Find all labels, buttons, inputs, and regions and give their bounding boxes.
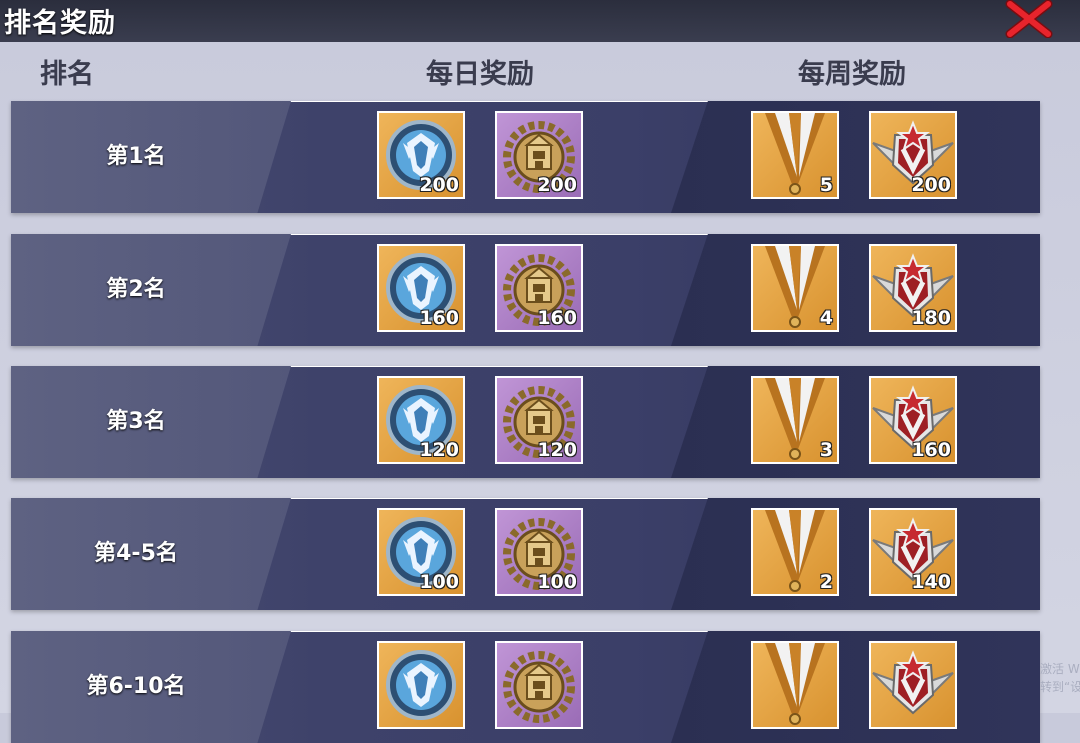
rank-label: 第2名 [106, 277, 166, 302]
weekly-reward-item[interactable]: 140 [869, 508, 957, 596]
reward-count: 200 [911, 174, 951, 196]
weekly-reward-item[interactable]: 5 [751, 111, 839, 199]
daily-reward-item[interactable] [495, 641, 583, 729]
reward-count: 180 [911, 307, 951, 329]
reward-count: 5 [819, 174, 833, 196]
weekly-cell-bg [671, 366, 1040, 478]
close-icon [1005, 0, 1053, 39]
rank-label: 第1名 [106, 144, 166, 169]
reward-count: 200 [419, 174, 459, 196]
reward-count: 120 [537, 439, 577, 461]
reward-count: 100 [537, 571, 577, 593]
header-weekly-reward: 每周奖励 [798, 59, 906, 90]
reward-row: 第2名 160 160 4 180 [11, 234, 1040, 346]
weekly-reward-item[interactable] [751, 641, 839, 729]
weekly-reward-item[interactable]: 180 [869, 244, 957, 332]
daily-reward-item[interactable]: 100 [495, 508, 583, 596]
daily-reward-item[interactable]: 160 [495, 244, 583, 332]
weekly-cell-bg [671, 631, 1040, 743]
reward-row: 第1名 200 200 5 200 [11, 101, 1040, 213]
daily-reward-item[interactable]: 100 [377, 508, 465, 596]
reward-count: 100 [419, 571, 459, 593]
reward-row: 第3名 120 120 3 160 [11, 366, 1040, 478]
reward-count: 160 [911, 439, 951, 461]
reward-count: 120 [419, 439, 459, 461]
rank-label: 第6-10名 [86, 674, 186, 699]
activation-watermark: 激活 W 转到“设 [1040, 660, 1080, 696]
watermark-line-1: 激活 W [1040, 662, 1080, 676]
daily-reward-item[interactable]: 200 [495, 111, 583, 199]
rank-label: 第3名 [106, 409, 166, 434]
watermark-line-2: 转到“设 [1040, 680, 1080, 694]
header-daily-reward: 每日奖励 [426, 59, 534, 90]
daily-reward-item[interactable] [377, 641, 465, 729]
weekly-reward-item[interactable]: 2 [751, 508, 839, 596]
weekly-reward-item[interactable]: 160 [869, 376, 957, 464]
weekly-cell-bg [671, 234, 1040, 346]
reward-count: 140 [911, 571, 951, 593]
header-rank: 排名 [40, 59, 94, 90]
daily-reward-item[interactable]: 160 [377, 244, 465, 332]
reward-row: 第6-10名 [11, 631, 1040, 743]
rank-label: 第4-5名 [94, 541, 178, 566]
close-button[interactable] [1004, 0, 1054, 39]
weekly-reward-item[interactable]: 4 [751, 244, 839, 332]
reward-count: 3 [819, 439, 833, 461]
weekly-reward-item[interactable] [869, 641, 957, 729]
weekly-reward-item[interactable]: 200 [869, 111, 957, 199]
reward-count: 4 [819, 307, 833, 329]
title-bar: 排名奖励 [0, 0, 1080, 42]
weekly-reward-item[interactable]: 3 [751, 376, 839, 464]
reward-count: 2 [819, 571, 833, 593]
reward-count: 200 [537, 174, 577, 196]
daily-reward-item[interactable]: 120 [495, 376, 583, 464]
daily-reward-item[interactable]: 120 [377, 376, 465, 464]
reward-row: 第4-5名 100 100 2 140 [11, 498, 1040, 610]
daily-reward-item[interactable]: 200 [377, 111, 465, 199]
weekly-cell-bg [671, 498, 1040, 610]
reward-count: 160 [537, 307, 577, 329]
window-title: 排名奖励 [4, 8, 116, 39]
reward-count: 160 [419, 307, 459, 329]
weekly-cell-bg [671, 101, 1040, 213]
